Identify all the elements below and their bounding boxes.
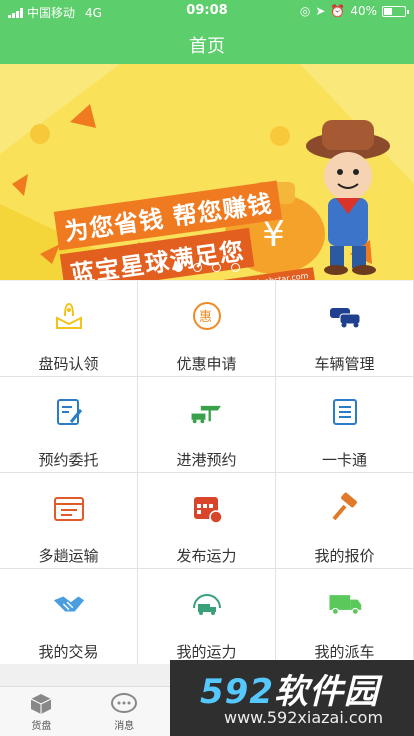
grid-item-my-deals[interactable]: 我的交易	[0, 569, 137, 664]
watermark-text: 软件园	[273, 672, 379, 712]
watermark-number: 592	[200, 672, 274, 712]
grid-item-port-booking[interactable]: 进港预约	[138, 377, 275, 472]
grid-item-vehicle-manage[interactable]: 车辆管理	[276, 281, 413, 376]
grid-item-my-capacity[interactable]: 我的运力	[138, 569, 275, 664]
grid-item-my-dispatch[interactable]: 我的派车	[276, 569, 413, 664]
svg-text:惠: 惠	[199, 310, 212, 325]
navigation-icon: ➤	[315, 4, 326, 18]
carousel-dot[interactable]	[193, 263, 202, 272]
schedule-icon	[52, 491, 86, 525]
tab-messages[interactable]: 消息	[83, 687, 166, 736]
grid-item-label: 我的运力	[176, 643, 237, 661]
grid-item-one-card[interactable]: 一卡通	[276, 377, 413, 472]
alarm-icon: ⏰	[330, 4, 346, 18]
grid-item-label: 优惠申请	[176, 355, 237, 373]
watermark-title: 592软件园	[200, 664, 379, 713]
function-grid: 盘码认领 惠 优惠申请 车辆管理 预约委托 进港预约 一卡通 多趟运输 发布运力…	[0, 281, 414, 664]
app-header: 中国移动 4G 09:08 ◎ ➤ ⏰ 40% 首页	[0, 0, 414, 64]
carousel-indicator	[0, 263, 414, 272]
grid-item-label: 我的派车	[314, 643, 375, 661]
grid-item-label: 发布运力	[176, 547, 237, 565]
discount-icon: 惠	[190, 299, 224, 333]
port-truck-icon	[190, 395, 224, 429]
grid-item-discount-apply[interactable]: 惠 优惠申请	[138, 281, 275, 376]
carousel-dot[interactable]	[212, 263, 221, 272]
grid-item-pallet-claim[interactable]: 盘码认领	[0, 281, 137, 376]
promo-banner[interactable]: ¥ 为您省钱 帮您赚钱 蓝宝星球满足您 让您收益蓝宝星球www.lanbstar…	[0, 64, 414, 280]
truck-icon	[328, 587, 362, 621]
grid-item-label: 进港预约	[176, 451, 237, 469]
truck-speed-icon	[190, 587, 224, 621]
cube-icon	[28, 691, 54, 717]
gavel-icon	[328, 491, 362, 525]
grid-item-booking-entrust[interactable]: 预约委托	[0, 377, 137, 472]
watermark-url: www.592xiazai.com	[224, 708, 384, 727]
grid-item-label: 盘码认领	[38, 355, 99, 373]
battery-percent: 40%	[350, 4, 377, 18]
calendar-publish-icon	[190, 491, 224, 525]
cars-icon	[328, 299, 362, 333]
grid-item-label: 我的交易	[38, 643, 99, 661]
card-list-icon	[328, 395, 362, 429]
tab-label: 消息	[114, 721, 135, 732]
grid-item-label: 我的报价	[314, 547, 375, 565]
status-bar: 中国移动 4G 09:08 ◎ ➤ ⏰ 40%	[0, 0, 414, 22]
grid-item-multi-trip[interactable]: 多趟运输	[0, 473, 137, 568]
edit-doc-icon	[52, 395, 86, 429]
carousel-dot[interactable]	[231, 263, 240, 272]
grid-item-label: 多趟运输	[38, 547, 99, 565]
location-icon: ◎	[299, 4, 311, 18]
tab-label: 货盘	[31, 721, 52, 732]
box-hand-icon	[52, 299, 86, 333]
chat-icon	[111, 691, 138, 717]
grid-item-my-quote[interactable]: 我的报价	[276, 473, 413, 568]
carousel-dot[interactable]	[174, 263, 183, 272]
battery-icon	[382, 5, 409, 17]
grid-item-label: 预约委托	[38, 451, 99, 469]
handshake-icon	[52, 587, 86, 621]
grid-item-label: 车辆管理	[314, 355, 375, 373]
tab-pallet[interactable]: 货盘	[0, 687, 83, 736]
grid-item-publish-capacity[interactable]: 发布运力	[138, 473, 275, 568]
page-title: 首页	[189, 36, 225, 57]
grid-item-label: 一卡通	[321, 451, 367, 469]
site-watermark: 592软件园 www.592xiazai.com	[170, 660, 414, 736]
